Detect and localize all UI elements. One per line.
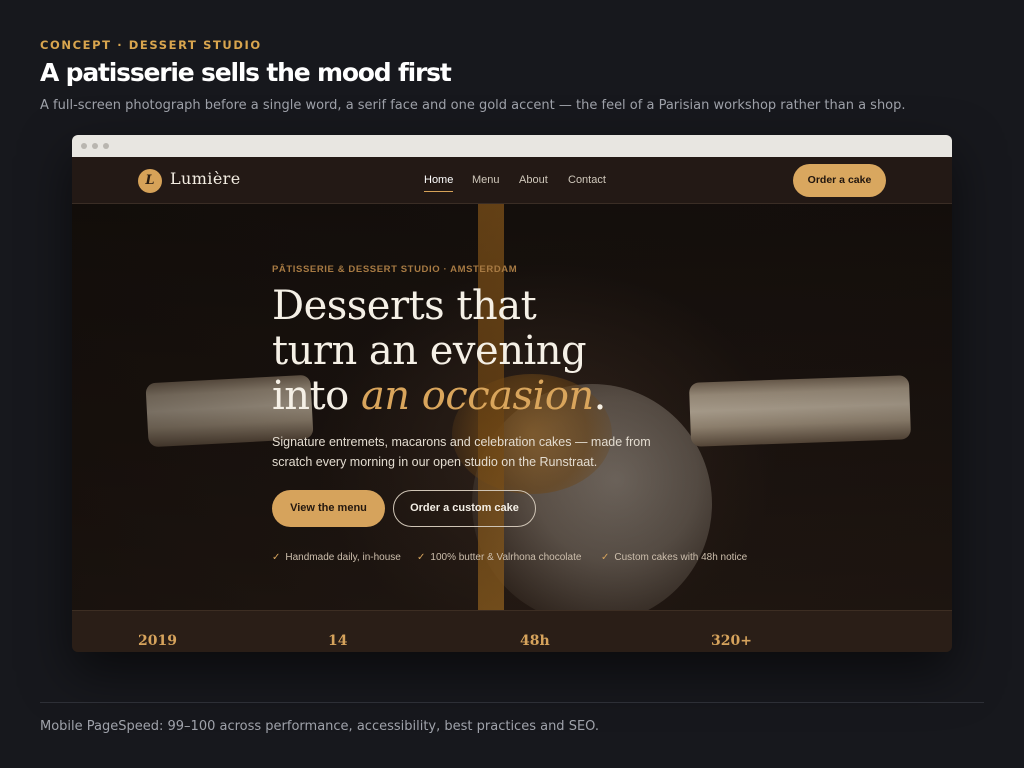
- nav-active-indicator: [424, 191, 453, 192]
- browser-chrome: [72, 135, 952, 157]
- feature-text: Custom cakes with 48h notice: [614, 552, 748, 563]
- divider: [40, 702, 984, 703]
- browser-mockup: L Lumière Home Menu About Contact Order …: [72, 135, 952, 652]
- check-icon: ✓: [272, 552, 281, 563]
- hero-section: PÂTISSERIE & DESSERT STUDIO · AMSTERDAM …: [72, 204, 952, 610]
- page-headline: A patisserie sells the mood first: [40, 58, 452, 87]
- hero-title-line: Desserts that: [272, 283, 537, 329]
- site-nav: L Lumière Home Menu About Contact Order …: [72, 157, 952, 204]
- hero-title-accent: an occasion: [360, 373, 594, 419]
- check-icon: ✓: [417, 552, 426, 563]
- hero-eyebrow: PÂTISSERIE & DESSERT STUDIO · AMSTERDAM: [272, 264, 518, 275]
- hero-lede: Signature entremets, macarons and celebr…: [272, 435, 651, 469]
- window-dot-icon: [81, 143, 87, 149]
- hero-title: Desserts that turn an evening into an oc…: [272, 284, 606, 419]
- feature-text: 100% butter & Valrhona chocolate: [430, 552, 582, 563]
- order-cake-button[interactable]: Order a cake: [793, 164, 886, 197]
- footer-note: Mobile PageSpeed: 99–100 across performa…: [40, 719, 599, 734]
- stats-bar: 2019 14 48h 320+: [72, 610, 952, 652]
- stat-value: 48h: [520, 633, 550, 649]
- stat-value: 320+: [711, 633, 752, 649]
- nav-link-home[interactable]: Home: [424, 174, 453, 186]
- feature-item: ✓ 100% butter & Valrhona chocolate: [417, 552, 581, 563]
- brand-name[interactable]: Lumière: [170, 169, 241, 188]
- concept-label: CONCEPT · DESSERT STUDIO: [40, 38, 262, 52]
- window-dot-icon: [103, 143, 109, 149]
- stat-value: 2019: [138, 633, 177, 649]
- hero-title-line: into an occasion.: [272, 374, 606, 419]
- hero-title-period: .: [593, 373, 607, 419]
- feature-item: ✓ Handmade daily, in-house: [272, 552, 401, 563]
- nav-link-contact[interactable]: Contact: [568, 174, 606, 186]
- check-icon: ✓: [601, 552, 610, 563]
- window-dot-icon: [92, 143, 98, 149]
- hero-title-line: turn an evening: [272, 328, 587, 374]
- custom-cake-button[interactable]: Order a custom cake: [393, 490, 536, 527]
- view-menu-button[interactable]: View the menu: [272, 490, 385, 527]
- hero-title-text: into: [272, 373, 361, 419]
- feature-item: ✓ Custom cakes with 48h notice: [601, 552, 747, 563]
- logo-icon[interactable]: L: [138, 169, 162, 193]
- stat-value: 14: [328, 633, 348, 649]
- nav-link-menu[interactable]: Menu: [472, 174, 500, 186]
- page-subline: A full-screen photograph before a single…: [40, 98, 906, 113]
- nav-link-about[interactable]: About: [519, 174, 548, 186]
- feature-text: Handmade daily, in-house: [285, 552, 401, 563]
